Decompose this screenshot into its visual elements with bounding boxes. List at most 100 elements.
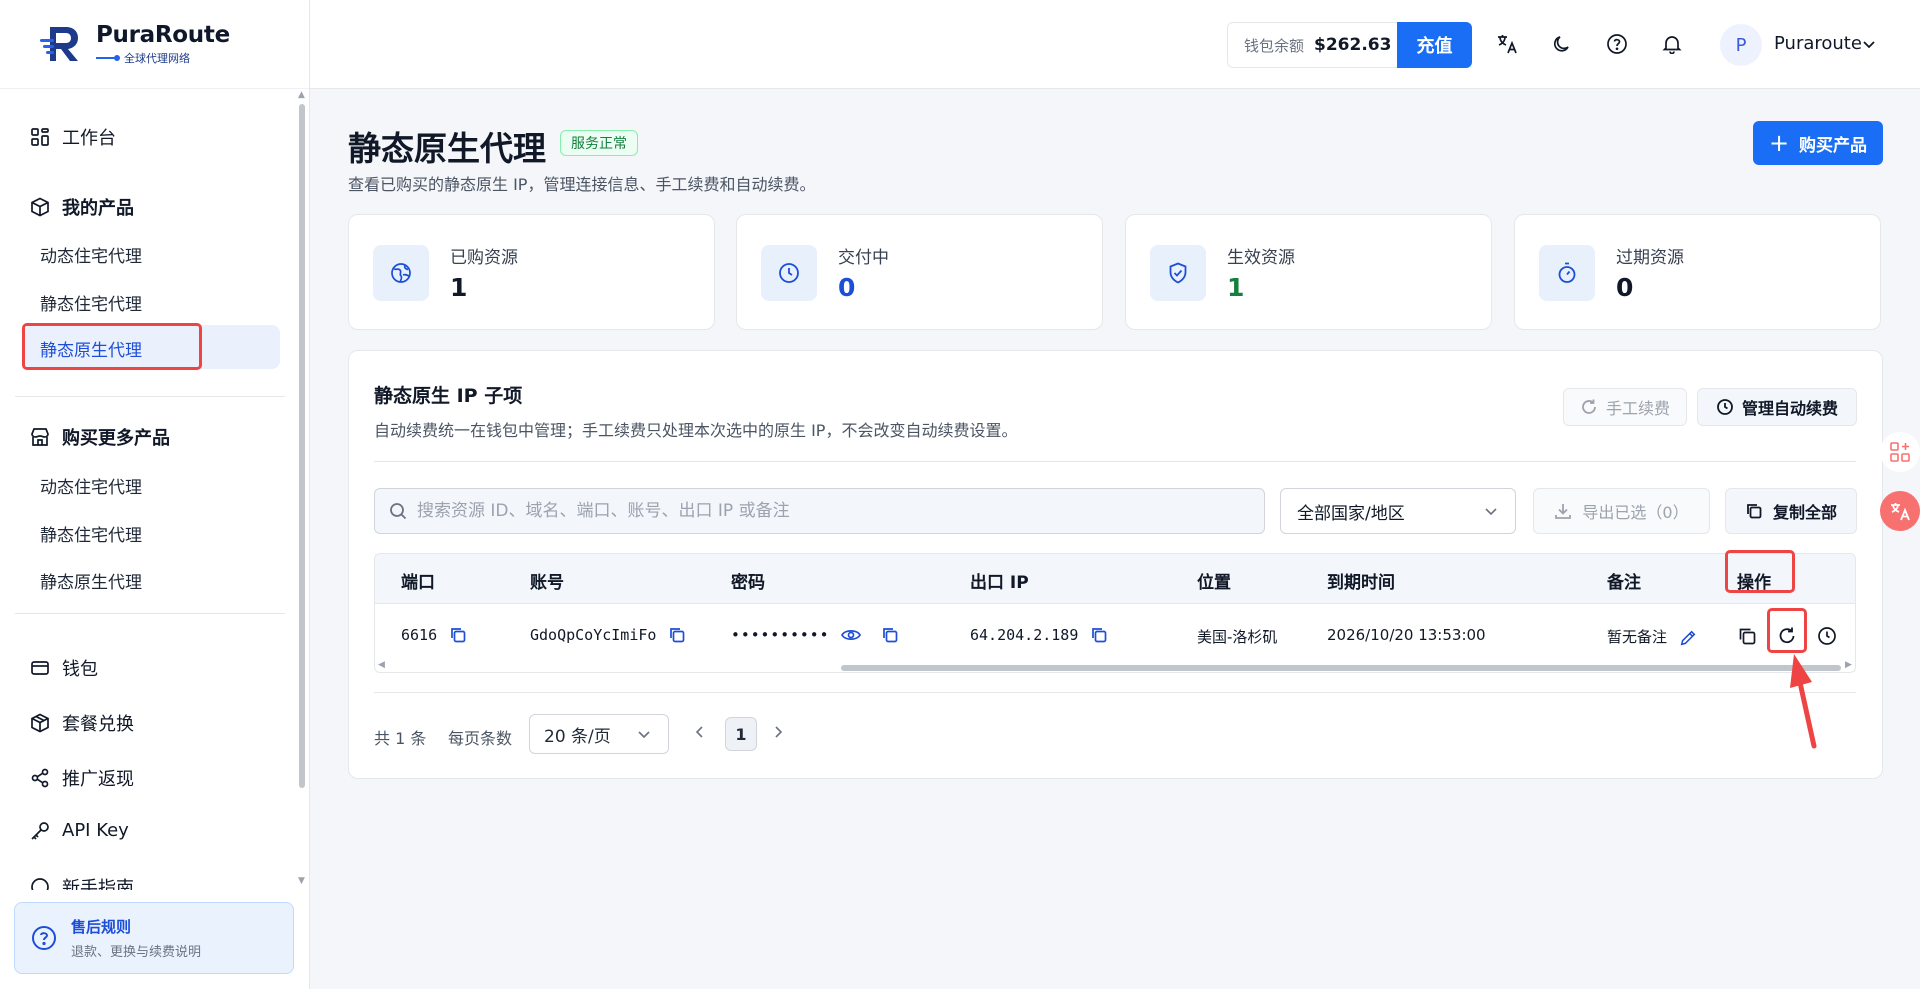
sidebar-item-wallet[interactable]: 钱包: [30, 655, 98, 681]
sidebar-item-workbench[interactable]: 工作台: [30, 124, 116, 150]
moon-icon[interactable]: [1550, 32, 1574, 56]
column-header: 出口 IP: [970, 573, 1029, 593]
logo-icon: [38, 21, 84, 67]
stat-label: 交付中: [838, 248, 889, 268]
cell-password: ••••••••••: [731, 626, 830, 644]
store-icon: [30, 427, 50, 447]
sidebar-item-dynamic-residential[interactable]: 动态住宅代理: [40, 242, 142, 267]
stat-label: 生效资源: [1227, 248, 1295, 268]
search-input[interactable]: [417, 501, 1237, 521]
page-number-button[interactable]: 1: [725, 717, 757, 751]
stat-value: 1: [450, 273, 468, 302]
chevron-down-icon: [636, 726, 652, 747]
cell-note: 暂无备注: [1607, 628, 1668, 646]
cell-expiry: 2026/10/20 13:53:00: [1327, 626, 1486, 644]
apps-icon[interactable]: [1880, 432, 1920, 472]
timer-icon: [1539, 245, 1595, 301]
sidebar-section-buy-more[interactable]: 购买更多产品: [30, 424, 170, 450]
clock-icon: [1716, 398, 1734, 416]
sidebar-item-buy-static-native[interactable]: 静态原生代理: [40, 568, 142, 593]
column-header: 端口: [401, 573, 435, 593]
copy-all-button[interactable]: 复制全部: [1725, 488, 1857, 534]
chevron-right-icon[interactable]: [770, 724, 786, 744]
help-circle-icon: [31, 925, 57, 951]
dashboard-icon: [30, 127, 50, 147]
search-field[interactable]: [374, 488, 1265, 534]
buy-product-button[interactable]: + 购买产品: [1753, 121, 1883, 165]
after-sales-card[interactable]: 售后规则 退款、更换与续费说明: [14, 902, 294, 974]
chevron-down-icon[interactable]: [1862, 36, 1876, 55]
chevron-left-icon[interactable]: [692, 724, 708, 744]
cell-exit-ip: 64.204.2.189: [970, 626, 1079, 644]
scroll-down-arrow[interactable]: ▼: [298, 876, 305, 886]
manage-auto-renew-button[interactable]: 管理自动续费: [1697, 388, 1857, 426]
highlight-box-actions-header: [1725, 550, 1795, 593]
stat-label: 已购资源: [450, 248, 518, 268]
package-icon: [30, 713, 50, 733]
country-select[interactable]: 全部国家/地区: [1280, 488, 1516, 534]
sidebar-item-referral[interactable]: 推广返现: [30, 765, 134, 791]
highlight-box-renew-icon: [1767, 608, 1807, 653]
pager-total: 共 1 条: [374, 729, 427, 748]
sidebar-item-label: 推广返现: [62, 769, 134, 790]
sidebar: PuraRoute 全球代理网络 工作台 我的产品 动态住宅代理 静态住宅代理 …: [0, 0, 310, 989]
brand-name: PuraRoute: [96, 22, 230, 48]
key-icon: [30, 821, 50, 841]
sidebar-item-buy-dynamic-residential[interactable]: 动态住宅代理: [40, 473, 142, 498]
export-selected-button[interactable]: 导出已选（0）: [1533, 488, 1710, 534]
panel-subtitle: 自动续费统一在钱包中管理；手工续费只处理本次选中的原生 IP，不会改变自动续费设…: [374, 421, 1018, 440]
copy-icon[interactable]: [449, 626, 467, 644]
scroll-right-arrow[interactable]: ▶: [1845, 660, 1852, 670]
sidebar-section-my-products[interactable]: 我的产品: [30, 194, 134, 220]
avatar[interactable]: P: [1720, 24, 1762, 66]
translate-float-icon[interactable]: [1880, 491, 1920, 531]
sidebar-item-guide[interactable]: 新手指南: [30, 874, 134, 890]
status-badge: 服务正常: [560, 130, 638, 156]
sidebar-item-static-residential[interactable]: 静态住宅代理: [40, 290, 142, 315]
sidebar-scrollbar[interactable]: [299, 104, 305, 788]
scroll-left-arrow[interactable]: ◀: [378, 660, 385, 670]
eye-icon[interactable]: [841, 626, 863, 644]
buy-product-label: 购买产品: [1799, 135, 1868, 156]
translate-icon[interactable]: [1495, 32, 1519, 56]
copy-icon[interactable]: [881, 626, 899, 644]
cell-account: GdoQpCoYcImiFo: [530, 626, 657, 644]
clock-icon: [761, 245, 817, 301]
top-header: 钱包余额 $262.63 充值 P Puraroute: [310, 0, 1920, 89]
brand-logo[interactable]: PuraRoute 全球代理网络: [0, 0, 309, 89]
stat-value: 0: [1616, 273, 1634, 302]
help-icon[interactable]: [1605, 32, 1629, 56]
sidebar-item-label: 新手指南: [62, 878, 134, 890]
plus-icon: +: [1768, 129, 1790, 157]
sidebar-section-label: 我的产品: [62, 198, 134, 219]
ip-table: 端口 账号 密码 出口 IP 位置 到期时间 备注 操作 6616 GdoQpC…: [374, 553, 1856, 673]
pager-size-label: 每页条数: [448, 729, 513, 748]
copy-icon[interactable]: [668, 626, 686, 644]
column-header: 位置: [1197, 573, 1231, 593]
recharge-button[interactable]: 充值: [1397, 22, 1472, 68]
manual-renew-button[interactable]: 手工续费: [1563, 388, 1687, 426]
scroll-up-arrow[interactable]: ▲: [298, 90, 305, 100]
manual-renew-label: 手工续费: [1605, 399, 1670, 418]
table-horizontal-scrollbar[interactable]: [841, 665, 1841, 671]
copy-icon[interactable]: [1090, 626, 1108, 644]
page-subtitle: 查看已购买的静态原生 IP，管理连接信息、手工续费和自动续费。: [348, 175, 816, 194]
sidebar-item-buy-static-residential[interactable]: 静态住宅代理: [40, 521, 142, 546]
page-size-select[interactable]: 20 条/页: [529, 714, 669, 754]
stat-card-delivering: 交付中 0: [736, 214, 1103, 330]
sidebar-item-redeem[interactable]: 套餐兑换: [30, 710, 134, 736]
clock-icon[interactable]: [1815, 624, 1839, 648]
page-title: 静态原生代理: [348, 129, 546, 168]
highlight-box-sidebar: [22, 323, 202, 370]
column-header: 备注: [1607, 573, 1641, 593]
sidebar-item-api-key[interactable]: API Key: [30, 820, 129, 841]
copy-row-icon[interactable]: [1735, 624, 1759, 648]
wallet-amount: $262.63: [1314, 35, 1392, 55]
user-name[interactable]: Puraroute: [1774, 33, 1862, 54]
table-header-row: 端口 账号 密码 出口 IP 位置 到期时间 备注 操作: [375, 554, 1855, 604]
bell-icon[interactable]: [1660, 32, 1684, 56]
panel-divider: [374, 461, 1856, 462]
pencil-icon[interactable]: [1679, 628, 1697, 646]
sidebar-item-label: 钱包: [62, 659, 98, 680]
stat-value: 0: [838, 273, 856, 302]
